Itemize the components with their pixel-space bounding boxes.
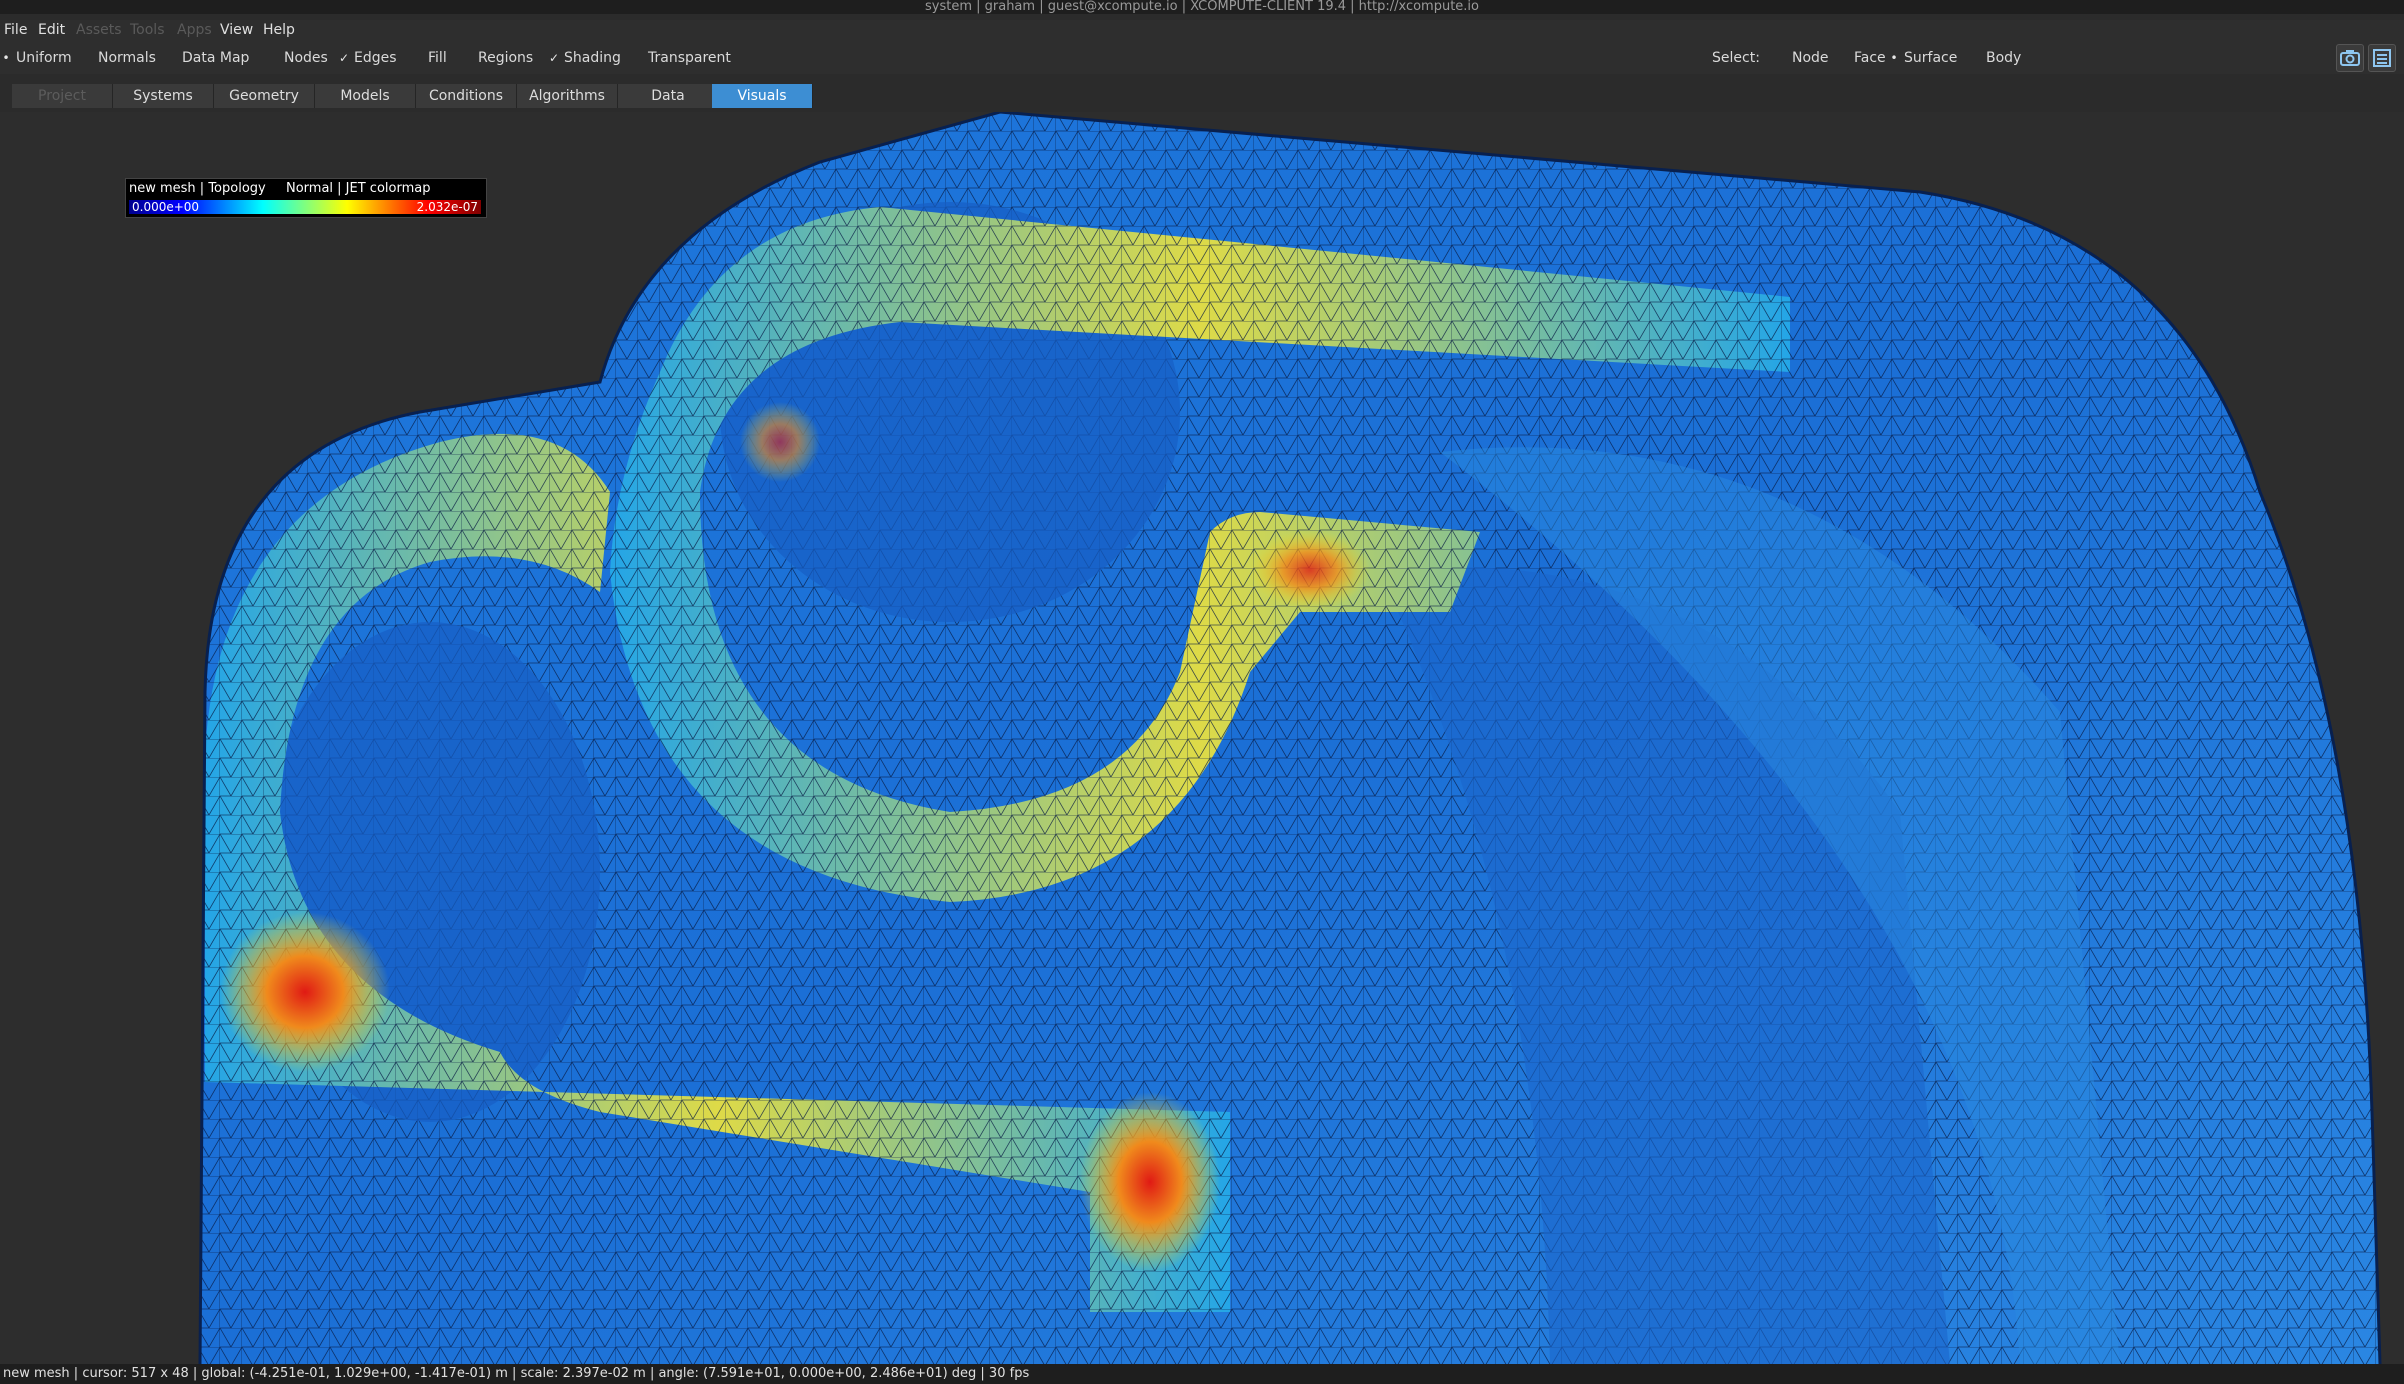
tab-models[interactable]: Models <box>315 84 416 108</box>
edges-label: Edges <box>354 50 397 66</box>
radio-indicator: • <box>2 51 10 65</box>
select-node-radio[interactable]: Node <box>1776 50 1829 66</box>
check-indicator: ✓ <box>548 51 560 65</box>
legend-title: new mesh | Topology <box>129 181 266 196</box>
normals-radio[interactable]: Normals <box>82 50 156 66</box>
panel-menu-button[interactable] <box>2368 44 2396 72</box>
status-bar: new mesh | cursor: 517 x 48 | global: (-… <box>0 1364 2404 1384</box>
tab-bar: Project Systems Geometry Models Conditio… <box>0 80 2404 110</box>
tab-project[interactable]: Project <box>12 84 113 108</box>
shading-checkbox[interactable]: ✓ Shading <box>548 50 621 66</box>
window-title: system | graham | guest@xcompute.io | XC… <box>924 0 1480 14</box>
legend-mode: Normal | JET colormap <box>286 181 431 196</box>
menu-help[interactable]: Help <box>263 22 295 38</box>
tab-algorithms[interactable]: Algorithms <box>517 84 618 108</box>
regions-label: Regions <box>478 50 534 66</box>
nodes-label: Nodes <box>284 50 328 66</box>
tab-systems[interactable]: Systems <box>113 84 214 108</box>
select-node-label: Node <box>1792 50 1829 66</box>
display-options-bar: • Uniform Normals Data Map Nodes ✓ Edges F… <box>0 44 2404 74</box>
list-icon <box>2373 49 2391 67</box>
mesh-render <box>198 112 2382 1364</box>
menu-edit[interactable]: Edit <box>38 22 65 38</box>
nodes-checkbox[interactable]: Nodes <box>268 50 328 66</box>
tab-conditions[interactable]: Conditions <box>416 84 517 108</box>
transparent-checkbox[interactable]: Transparent <box>632 50 731 66</box>
menu-file[interactable]: File <box>4 22 27 38</box>
check-indicator: ✓ <box>338 51 350 65</box>
edges-checkbox[interactable]: ✓ Edges <box>338 50 397 66</box>
data-map-label: Data Map <box>182 50 250 66</box>
select-label: Select: <box>1712 50 1760 66</box>
radio-indicator: • <box>1890 51 1898 65</box>
regions-checkbox[interactable]: Regions <box>462 50 533 66</box>
select-body-radio[interactable]: Body <box>1970 50 2021 66</box>
fill-label: Fill <box>428 50 447 66</box>
3d-viewport[interactable]: new mesh | Topology Normal | JET colorma… <box>0 112 2404 1364</box>
menu-bar: File Edit Assets Tools Apps View Help <box>0 20 2404 44</box>
tab-data[interactable]: Data <box>618 84 719 108</box>
select-face-radio[interactable]: Face <box>1838 50 1886 66</box>
select-face-label: Face <box>1854 50 1886 66</box>
select-surface-label: Surface <box>1904 50 1958 66</box>
window-title-bar: system | graham | guest@xcompute.io | XC… <box>0 0 2404 14</box>
uniform-radio[interactable]: • Uniform <box>0 50 72 66</box>
tab-geometry[interactable]: Geometry <box>214 84 315 108</box>
legend-max: 2.032e-07 <box>416 200 478 214</box>
screenshot-button[interactable] <box>2336 44 2364 72</box>
data-map-radio[interactable]: Data Map <box>166 50 249 66</box>
transparent-label: Transparent <box>648 50 731 66</box>
tab-visuals[interactable]: Visuals <box>712 84 813 108</box>
colormap-legend: new mesh | Topology Normal | JET colorma… <box>125 178 487 218</box>
menu-apps[interactable]: Apps <box>177 22 212 38</box>
uniform-label: Uniform <box>16 50 72 66</box>
shading-label: Shading <box>564 50 621 66</box>
menu-assets[interactable]: Assets <box>76 22 122 38</box>
fill-checkbox[interactable]: Fill <box>412 50 447 66</box>
legend-min: 0.000e+00 <box>132 200 200 214</box>
status-text: new mesh | cursor: 517 x 48 | global: (-… <box>3 1366 1030 1381</box>
normals-label: Normals <box>98 50 156 66</box>
camera-icon <box>2340 50 2360 66</box>
select-body-label: Body <box>1986 50 2022 66</box>
menu-tools[interactable]: Tools <box>130 22 165 38</box>
menu-view[interactable]: View <box>220 22 253 38</box>
select-surface-radio[interactable]: • Surface <box>1888 50 1957 66</box>
